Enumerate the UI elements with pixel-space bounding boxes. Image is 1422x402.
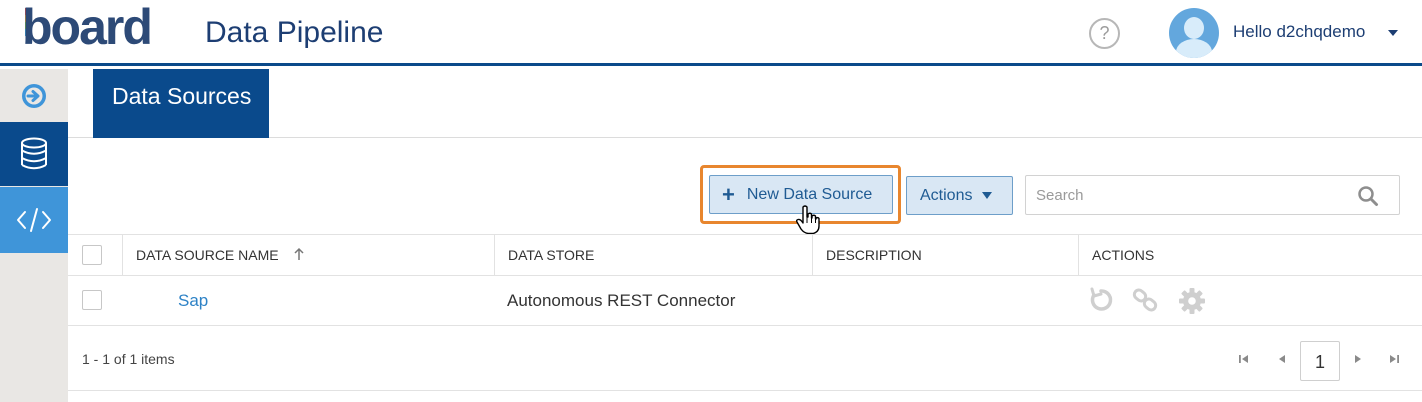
search-icon[interactable] (1357, 185, 1379, 207)
sidebar-item-code[interactable] (0, 187, 68, 253)
app-header: board Data Pipeline ? Hello d2chqdemo (0, 0, 1422, 66)
column-header-data-source-name[interactable]: DATA SOURCE NAME (122, 235, 494, 275)
table-header: DATA SOURCE NAME DATA STORE DESCRIPTION … (68, 234, 1422, 276)
data-store-cell: Autonomous REST Connector (507, 291, 736, 310)
column-header-data-store[interactable]: DATA STORE (494, 235, 812, 275)
select-all-checkbox[interactable] (82, 245, 102, 265)
first-page-icon[interactable] (1237, 352, 1251, 366)
arrow-right-circle-icon (22, 83, 46, 108)
refresh-icon[interactable] (1088, 287, 1114, 313)
data-source-name-link[interactable]: Sap (178, 276, 208, 325)
caret-down-icon (982, 192, 993, 199)
pager: 1 - 1 of 1 items 1 (68, 326, 1422, 391)
sidebar (0, 69, 68, 402)
plus-icon: + (722, 181, 735, 207)
row-checkbox[interactable] (82, 290, 102, 310)
gear-icon[interactable] (1178, 287, 1206, 315)
sidebar-item-collapse[interactable] (0, 69, 68, 122)
link-icon[interactable] (1132, 287, 1160, 313)
tab-data-sources[interactable]: Data Sources (93, 69, 269, 138)
pager-info: 1 - 1 of 1 items (82, 351, 175, 367)
column-header-label: DATA SOURCE NAME (136, 247, 279, 263)
user-menu-label[interactable]: Hello d2chqdemo (1233, 22, 1365, 42)
current-page[interactable]: 1 (1300, 341, 1340, 381)
prev-page-icon[interactable] (1275, 352, 1289, 366)
sidebar-item-data-sources[interactable] (0, 122, 68, 186)
row-actions (1088, 287, 1206, 315)
search-box[interactable] (1025, 175, 1400, 215)
board-logo[interactable]: board (22, 2, 174, 58)
search-input[interactable] (1036, 184, 1336, 206)
help-icon[interactable]: ? (1089, 18, 1120, 49)
column-header-description[interactable]: DESCRIPTION (812, 235, 1078, 275)
last-page-icon[interactable] (1387, 352, 1401, 366)
actions-dropdown-button[interactable]: Actions (906, 176, 1013, 215)
column-header-actions: ACTIONS (1078, 235, 1422, 275)
hand-pointer-icon (796, 205, 820, 235)
next-page-icon[interactable] (1351, 352, 1365, 366)
chevron-down-icon[interactable] (1388, 30, 1398, 36)
database-icon (21, 137, 47, 170)
logo-wordmark: board (22, 0, 153, 55)
new-data-source-label: New Data Source (746, 185, 873, 203)
tab-bar: Data Sources (68, 69, 1422, 138)
actions-label: Actions (920, 186, 973, 204)
sort-ascending-icon[interactable] (293, 247, 305, 261)
avatar[interactable] (1169, 8, 1219, 58)
code-icon (17, 208, 51, 232)
app-title: Data Pipeline (205, 16, 384, 49)
table-row[interactable]: Sap Autonomous REST Connector (68, 276, 1422, 326)
